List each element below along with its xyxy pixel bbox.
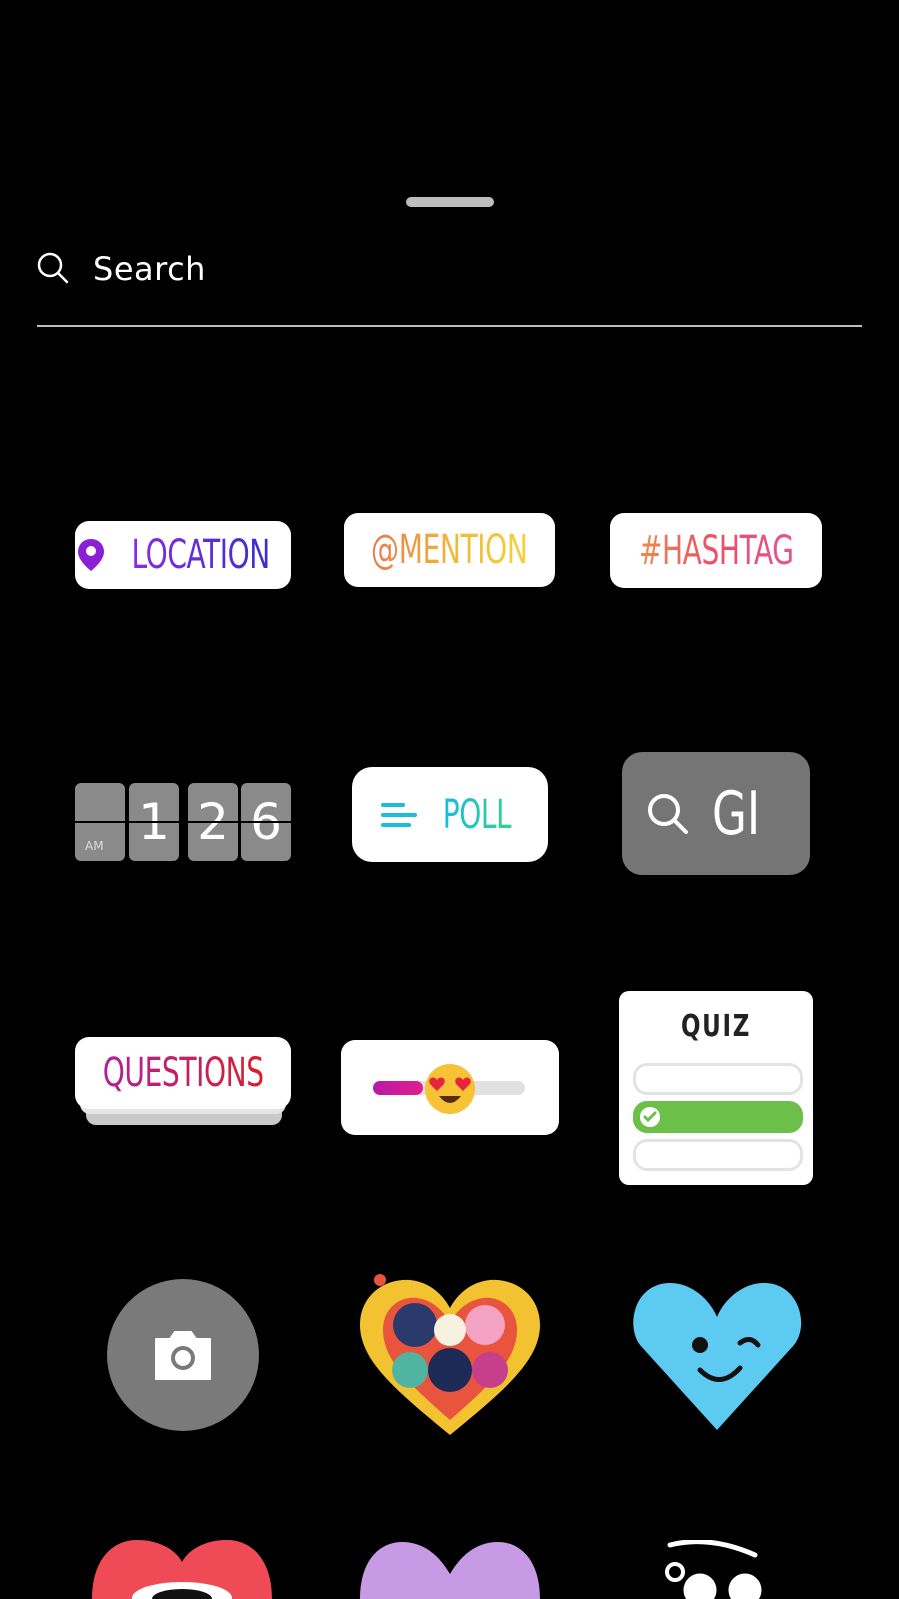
clock-tile-blank: AM bbox=[75, 783, 125, 861]
questions-label: QUESTIONS bbox=[102, 1050, 264, 1096]
location-label: LOCATION bbox=[131, 532, 271, 578]
mention-sticker[interactable]: @MENTION bbox=[344, 513, 555, 587]
quiz-option-correct bbox=[633, 1101, 803, 1133]
search-icon bbox=[648, 793, 688, 834]
search-icon bbox=[37, 252, 69, 284]
questions-sticker[interactable]: QUESTIONS bbox=[75, 1037, 291, 1109]
poll-sticker[interactable]: POLL bbox=[352, 767, 548, 862]
gif-label: GI bbox=[712, 778, 761, 849]
clock-tile: 2 bbox=[188, 783, 238, 861]
doodle-face-sticker[interactable] bbox=[640, 1540, 780, 1599]
gif-sticker[interactable]: GI bbox=[622, 752, 810, 875]
check-icon bbox=[640, 1107, 660, 1127]
purple-heart-sticker[interactable] bbox=[360, 1542, 540, 1599]
winking-heart-sticker[interactable] bbox=[630, 1275, 805, 1435]
hashtag-label: #HASHTAG bbox=[638, 527, 794, 574]
quiz-option bbox=[633, 1139, 803, 1171]
mention-label: @MENTION bbox=[371, 527, 528, 573]
hashtag-sticker[interactable]: #HASHTAG bbox=[610, 513, 822, 588]
red-heart-sticker[interactable] bbox=[92, 1540, 272, 1599]
poll-label: POLL bbox=[442, 791, 512, 838]
heart-hands-sticker[interactable] bbox=[355, 1270, 545, 1440]
clock-period: AM bbox=[85, 839, 104, 853]
camera-sticker[interactable] bbox=[107, 1279, 259, 1431]
clock-tile: 6 bbox=[241, 783, 291, 861]
search-input[interactable]: Search bbox=[93, 250, 206, 288]
search-divider bbox=[37, 325, 862, 327]
quiz-title: QUIZ bbox=[680, 1009, 752, 1044]
heart-eyes-emoji-icon bbox=[425, 1064, 475, 1114]
camera-icon bbox=[155, 1331, 211, 1380]
drag-handle[interactable] bbox=[406, 197, 494, 207]
poll-lines-icon bbox=[380, 802, 417, 827]
location-pin-icon bbox=[78, 539, 105, 571]
location-sticker[interactable]: LOCATION bbox=[75, 521, 291, 589]
slider-fill bbox=[373, 1081, 424, 1095]
clock-tile: 1 bbox=[129, 783, 179, 861]
search-bar[interactable]: Search bbox=[37, 248, 862, 300]
quiz-option bbox=[633, 1063, 803, 1095]
emoji-slider-sticker[interactable] bbox=[341, 1040, 559, 1135]
quiz-sticker[interactable]: QUIZ bbox=[619, 991, 813, 1185]
time-sticker[interactable]: AM 1 2 6 bbox=[75, 783, 291, 861]
